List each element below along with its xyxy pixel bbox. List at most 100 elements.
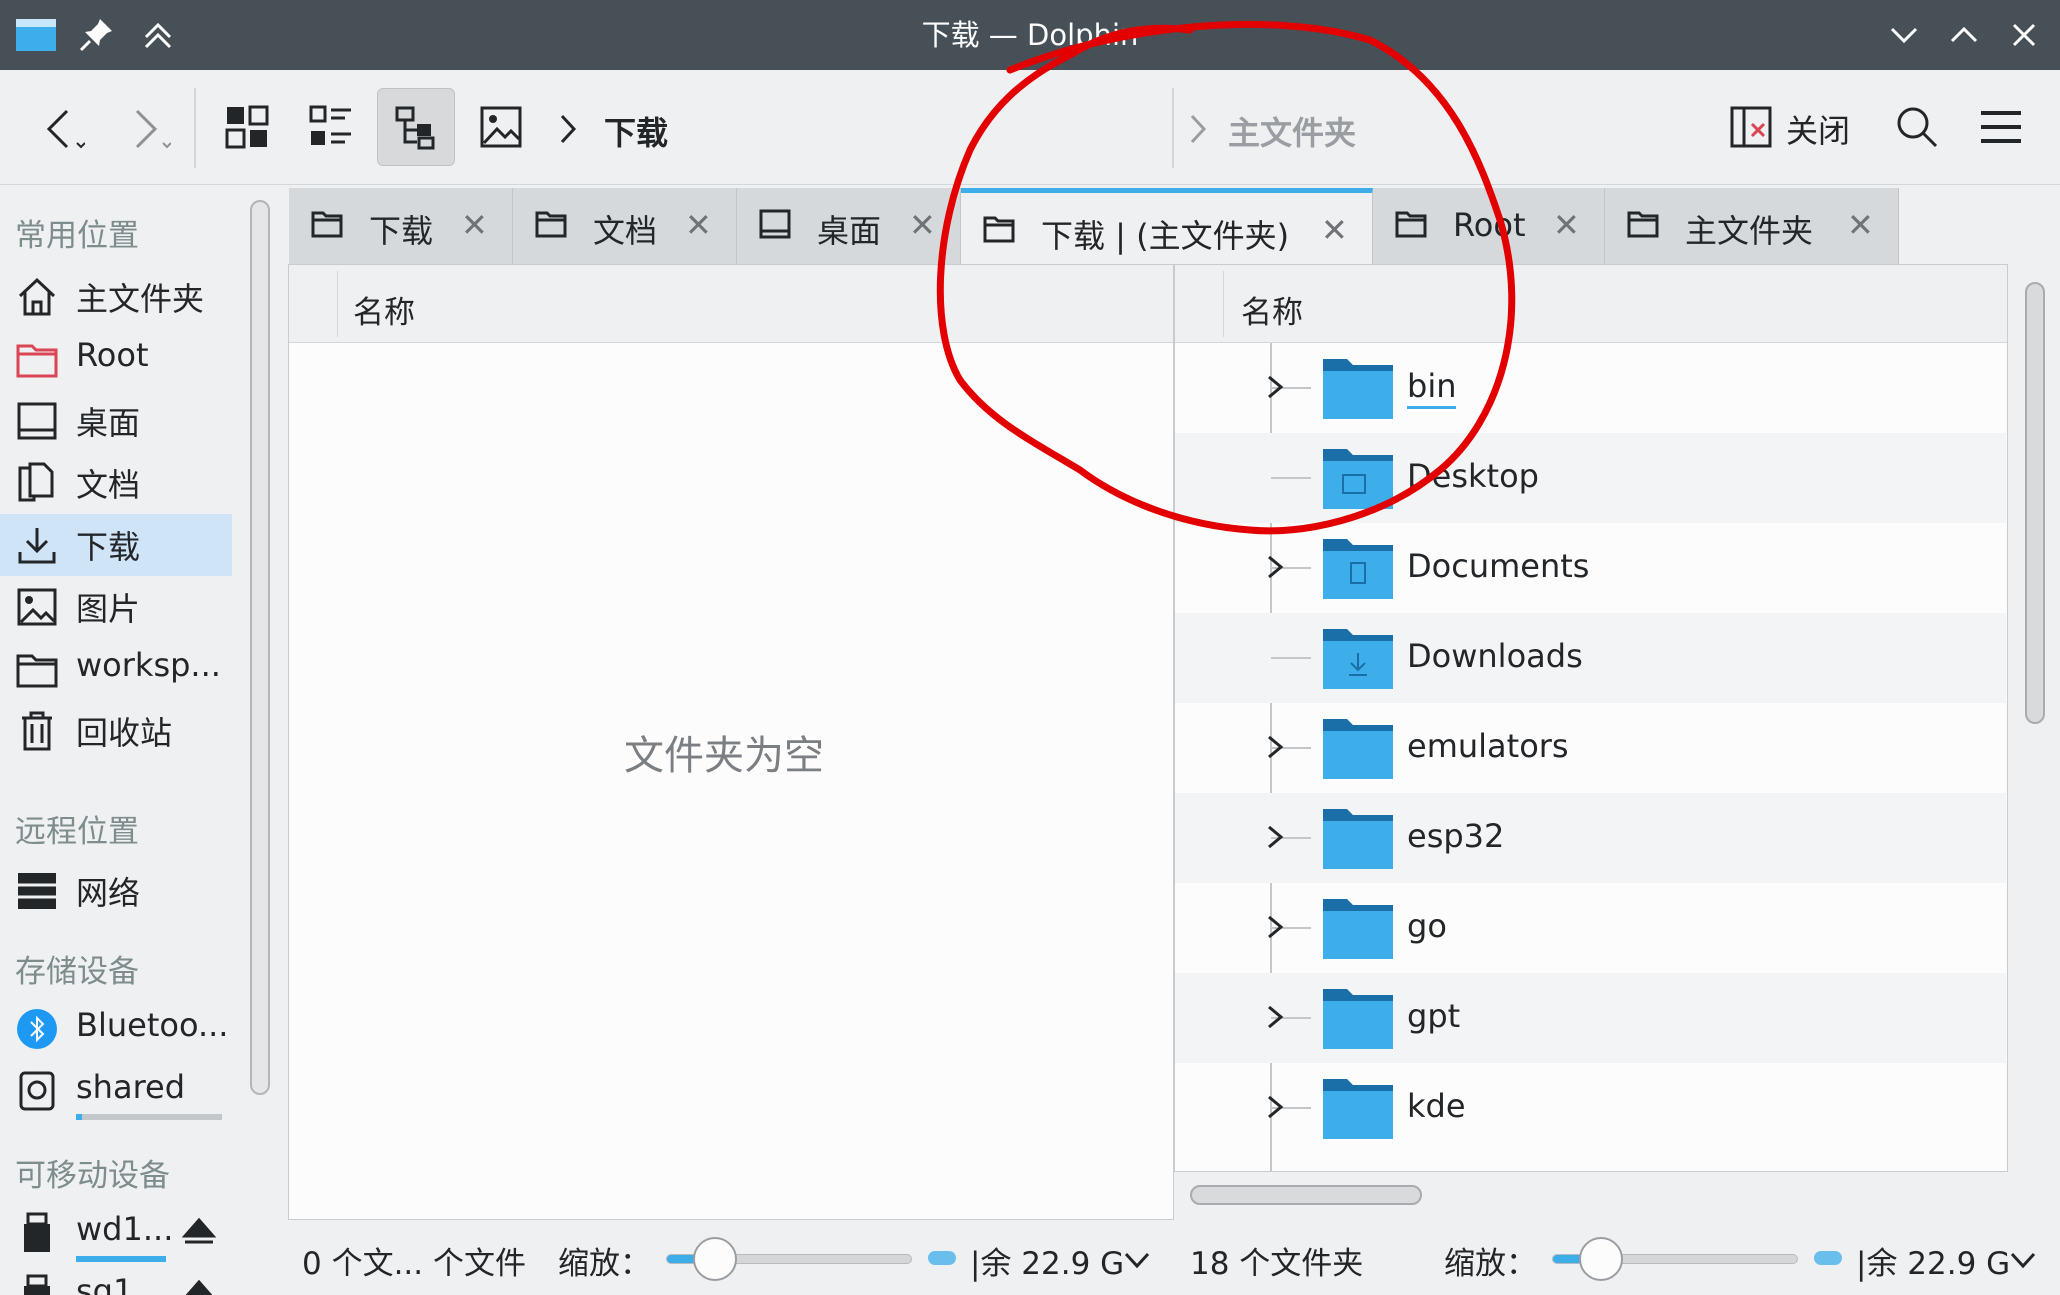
sidebar-item-network[interactable]: 网络	[0, 860, 232, 922]
tab-home[interactable]: 主文件夹 ✕	[1605, 188, 1899, 264]
file-name[interactable]: gpt	[1407, 997, 1460, 1035]
download-icon	[18, 528, 56, 564]
sidebar-item-shared[interactable]: shared	[0, 1060, 232, 1122]
left-column-header[interactable]: 名称	[289, 265, 1173, 343]
menu-button[interactable]	[1962, 88, 2040, 166]
name-column-label[interactable]: 名称	[353, 287, 415, 332]
folder-icon	[1323, 719, 1393, 779]
tab-close-icon[interactable]: ✕	[1847, 206, 1874, 244]
tab-close-icon[interactable]: ✕	[1321, 211, 1348, 249]
right-file-view[interactable]: 名称 bin Desktop Documents Downloads emulators…	[1174, 264, 2008, 1172]
file-name[interactable]: kde	[1407, 1087, 1466, 1125]
close-split-label: 关闭	[1786, 112, 1851, 150]
expand-chevron-icon[interactable]	[1263, 553, 1287, 581]
sidebar-item-downloads[interactable]: 下载	[0, 514, 232, 576]
left-free-space[interactable]: |余 22.9 G	[970, 1238, 1124, 1283]
file-name[interactable]: Documents	[1407, 547, 1589, 585]
chevron-down-icon[interactable]	[2008, 1250, 2038, 1270]
expand-chevron-icon[interactable]	[1263, 913, 1287, 941]
sidebar-item-label: Root	[76, 336, 149, 374]
file-row[interactable]: Desktop	[1175, 433, 2006, 523]
details-view-icon	[395, 106, 435, 150]
tab-close-icon[interactable]: ✕	[685, 206, 712, 244]
tab-downloads[interactable]: 下载 ✕	[289, 188, 513, 264]
expand-chevron-icon[interactable]	[1263, 1093, 1287, 1121]
tab-close-icon[interactable]: ✕	[1553, 206, 1580, 244]
file-row[interactable]: bin	[1175, 343, 2006, 433]
sidebar-scrollbar[interactable]	[250, 200, 270, 1095]
right-vertical-scrollbar[interactable]	[2025, 282, 2045, 724]
search-button[interactable]	[1878, 88, 1956, 166]
file-row[interactable]: Downloads	[1175, 613, 2006, 703]
file-name[interactable]: emulators	[1407, 727, 1569, 765]
maximize-icon[interactable]	[1942, 13, 1986, 57]
file-row[interactable]: go	[1175, 883, 2006, 973]
expand-chevron-icon[interactable]	[1263, 733, 1287, 761]
eject-icon[interactable]	[182, 1278, 216, 1295]
breadcrumb-chevron-icon	[560, 114, 577, 144]
sidebar-item-bluetooth[interactable]: Bluetoo...	[0, 998, 232, 1060]
right-horizontal-scrollbar[interactable]	[1190, 1185, 1422, 1205]
file-row[interactable]: gpt	[1175, 973, 2006, 1063]
close-split-button[interactable]: 关闭	[1722, 90, 1862, 166]
back-button[interactable]	[20, 88, 98, 166]
tab-close-icon[interactable]: ✕	[909, 206, 936, 244]
file-name[interactable]: Downloads	[1407, 637, 1583, 675]
breadcrumb-current-left[interactable]: 下载	[604, 108, 668, 154]
file-row[interactable]: kde	[1175, 1063, 2006, 1153]
file-name[interactable]: Desktop	[1407, 457, 1539, 495]
desktop-folder-icon	[1323, 449, 1393, 509]
expand-chevron-icon[interactable]	[1263, 373, 1287, 401]
eject-icon[interactable]	[182, 1216, 216, 1250]
sidebar-item-pictures[interactable]: 图片	[0, 576, 232, 638]
file-row[interactable]: Documents	[1175, 523, 2006, 613]
sidebar-item-documents[interactable]: 文档	[0, 452, 232, 514]
tab-desktop[interactable]: 桌面 ✕	[737, 188, 961, 264]
folder-icon	[16, 654, 58, 688]
tab-downloads-home-split[interactable]: 下载 | (主文件夹) ✕	[961, 188, 1373, 268]
folder-icon	[1323, 989, 1393, 1049]
close-window-icon[interactable]	[2002, 13, 2046, 57]
file-row[interactable]: emulators	[1175, 703, 2006, 793]
column-separator	[337, 271, 338, 337]
tab-root[interactable]: Root ✕	[1373, 188, 1605, 264]
right-free-space[interactable]: |余 22.9 G	[1856, 1238, 2010, 1283]
minimize-icon[interactable]	[1882, 13, 1926, 57]
file-name[interactable]: go	[1407, 907, 1447, 945]
compact-view-button[interactable]	[292, 88, 370, 166]
right-column-header[interactable]: 名称	[1175, 265, 2007, 343]
left-zoom-handle[interactable]	[693, 1237, 737, 1281]
sidebar-item-label: 文档	[76, 466, 141, 504]
sidebar-item-home[interactable]: 主文件夹	[0, 266, 232, 328]
sidebar-item-sg1[interactable]: sg1...	[0, 1264, 232, 1295]
file-name[interactable]: bin	[1407, 367, 1457, 409]
sidebar-item-workspace[interactable]: worksp...	[0, 638, 232, 700]
tab-label: Root	[1453, 206, 1526, 244]
breadcrumb-chevron-right-icon	[1190, 114, 1207, 144]
sidebar-item-root[interactable]: Root	[0, 328, 232, 390]
sidebar-item-trash[interactable]: 回收站	[0, 700, 232, 762]
sidebar-item-label: 网络	[76, 874, 141, 912]
sidebar-item-wd1[interactable]: wd1...	[0, 1202, 232, 1264]
details-view-button[interactable]	[377, 88, 455, 166]
back-arrow-icon	[46, 109, 85, 149]
tree-connector	[1271, 477, 1311, 479]
breadcrumb-current-right[interactable]: 主文件夹	[1228, 108, 1356, 154]
sidebar-item-label: 桌面	[76, 404, 141, 442]
tab-documents[interactable]: 文档 ✕	[513, 188, 737, 264]
expand-chevron-icon[interactable]	[1263, 823, 1287, 851]
preview-button[interactable]	[462, 88, 540, 166]
tab-close-icon[interactable]: ✕	[461, 206, 488, 244]
drive-icon	[19, 1071, 55, 1111]
file-name[interactable]: esp32	[1407, 817, 1504, 855]
left-file-view[interactable]: 名称 文件夹为空	[288, 264, 1174, 1220]
chevron-down-icon[interactable]	[1122, 1250, 1152, 1270]
desktop-icon	[17, 402, 57, 440]
sidebar-item-desktop[interactable]: 桌面	[0, 390, 232, 452]
forward-button[interactable]	[106, 88, 184, 166]
file-row[interactable]: esp32	[1175, 793, 2006, 883]
icons-view-button[interactable]	[208, 88, 286, 166]
right-zoom-handle[interactable]	[1579, 1237, 1623, 1281]
name-column-label[interactable]: 名称	[1241, 287, 1303, 332]
expand-chevron-icon[interactable]	[1263, 1003, 1287, 1031]
